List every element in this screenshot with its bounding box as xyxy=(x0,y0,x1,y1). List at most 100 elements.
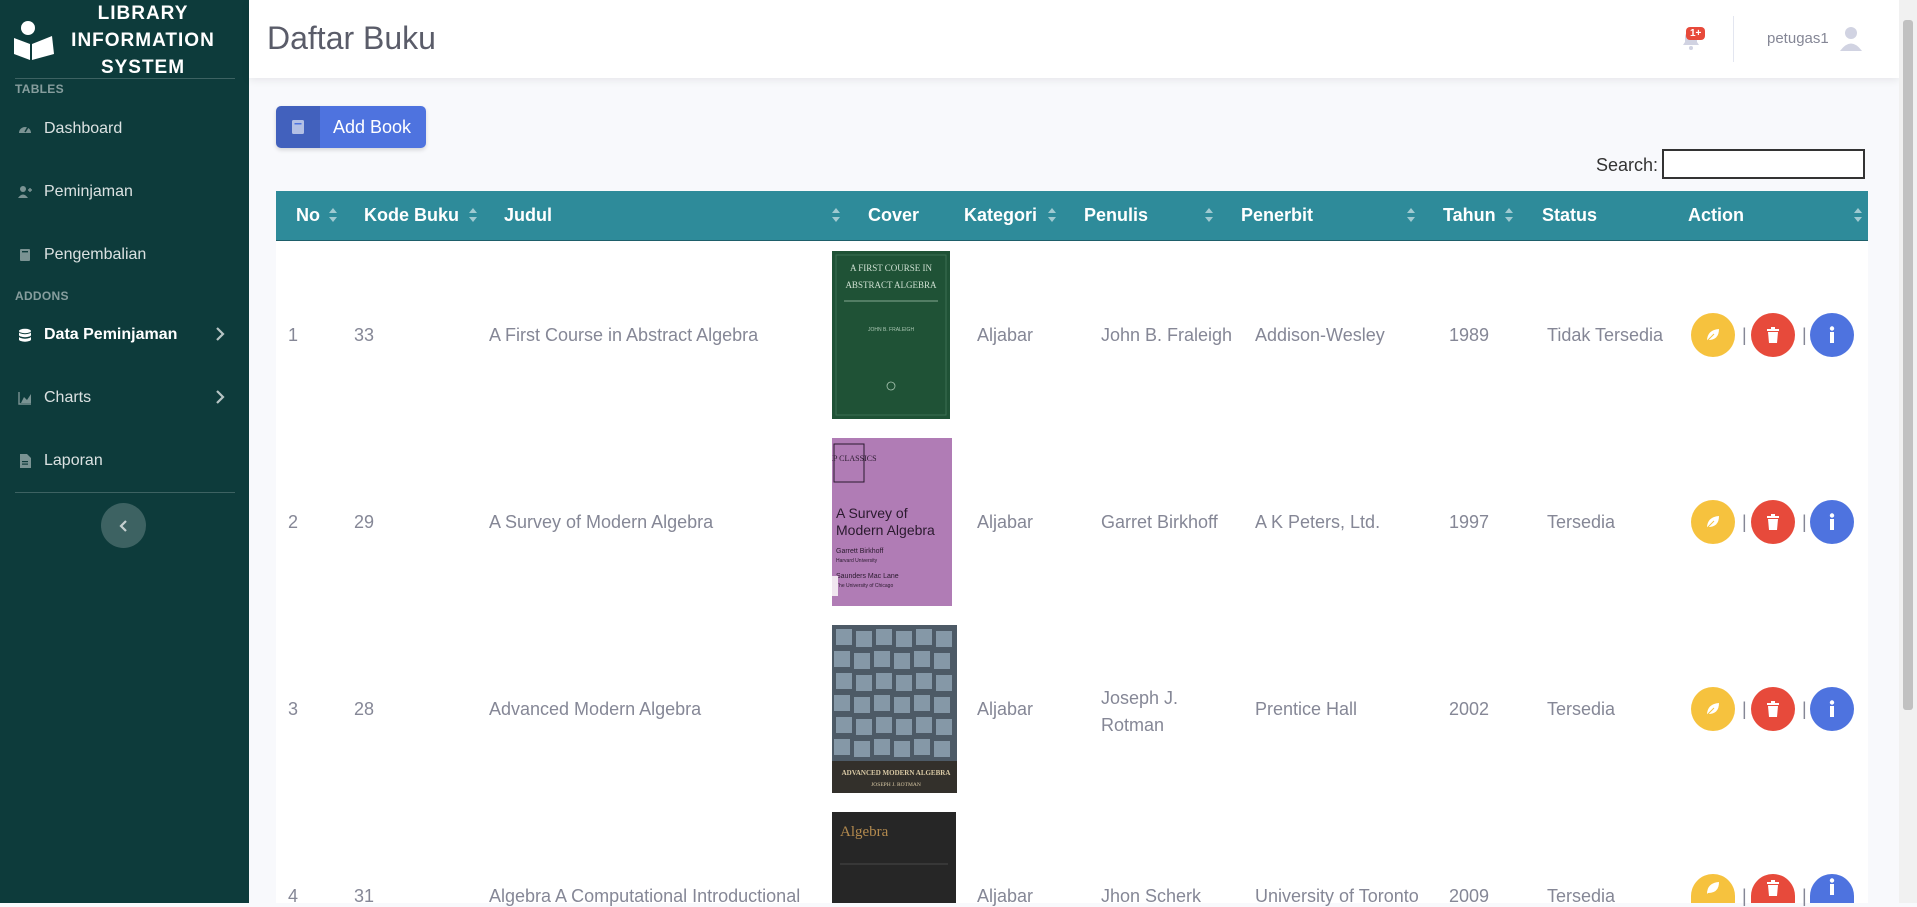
sidebar-item-laporan[interactable]: Laporan xyxy=(0,441,249,481)
add-book-button[interactable]: Add Book xyxy=(276,106,426,148)
cell-penulis: Joseph J. Rotman xyxy=(1101,688,1179,735)
cell-tahun: 1997 xyxy=(1449,512,1490,532)
svg-text:A FIRST COURSE IN: A FIRST COURSE IN xyxy=(850,263,933,273)
cell-penulis: Jhon Scherk xyxy=(1101,886,1202,906)
th-penulis[interactable]: Penulis xyxy=(1084,205,1148,226)
delete-button[interactable] xyxy=(1751,313,1795,357)
delete-button[interactable] xyxy=(1751,687,1795,731)
action-separator: | xyxy=(1802,325,1807,345)
delete-button[interactable] xyxy=(1751,500,1795,544)
action-separator: | xyxy=(1742,886,1747,906)
page-title: Daftar Buku xyxy=(267,20,436,56)
info-button[interactable] xyxy=(1810,874,1854,903)
edit-button[interactable] xyxy=(1691,687,1735,731)
brand[interactable]: LIBRARY INFORMATION SYSTEM xyxy=(0,0,249,78)
cell-kategori: Aljabar xyxy=(977,699,1034,719)
user-name[interactable]: petugas1 xyxy=(1767,30,1829,47)
th-action[interactable]: Action xyxy=(1688,205,1744,226)
th-kode-buku[interactable]: Kode Buku xyxy=(364,205,459,226)
user-plus-icon xyxy=(18,186,32,198)
cell-penerbit: Addison-Wesley xyxy=(1255,325,1385,345)
cell-kode: 33 xyxy=(354,325,375,345)
th-tahun[interactable]: Tahun xyxy=(1443,205,1496,226)
cover-art: Algebra xyxy=(832,812,956,903)
th-status[interactable]: Status xyxy=(1542,205,1597,226)
vertical-scrollbar[interactable] xyxy=(1899,0,1917,903)
book-reader-icon xyxy=(14,21,54,60)
book-icon xyxy=(276,106,320,148)
info-button[interactable] xyxy=(1810,500,1854,544)
book-cover-image: AKP CLASSICS A Survey of Modern Algebra … xyxy=(832,438,952,606)
cover-art: A FIRST COURSE IN ABSTRACT ALGEBRA JOHN … xyxy=(832,251,950,419)
sidebar-heading-addons: ADDONS xyxy=(15,289,69,303)
cell-kode: 28 xyxy=(354,699,375,719)
cell-penulis: John B. Fraleigh xyxy=(1101,325,1233,345)
search-input[interactable] xyxy=(1662,149,1865,179)
info-icon xyxy=(1829,700,1835,717)
info-icon xyxy=(1829,513,1835,530)
svg-text:Garrett Birkhoff: Garrett Birkhoff xyxy=(836,548,883,555)
chart-area-icon xyxy=(18,392,31,405)
leaf-icon xyxy=(1706,516,1719,529)
cell-judul: A Survey of Modern Algebra xyxy=(489,512,714,532)
sidebar-toggle-button[interactable] xyxy=(101,503,146,548)
cell-tahun: 1989 xyxy=(1449,325,1490,345)
tachometer-icon xyxy=(19,126,31,133)
book-cover-image: ADVANCED MODERN ALGEBRA JOSEPH J. ROTMAN xyxy=(832,625,957,793)
svg-text:JOHN B. FRALEIGH: JOHN B. FRALEIGH xyxy=(868,327,915,333)
sidebar-item-charts[interactable]: Charts xyxy=(0,378,249,418)
sidebar-item-label: Charts xyxy=(44,389,92,406)
action-separator: | xyxy=(1802,886,1807,906)
th-kategori[interactable]: Kategori xyxy=(964,205,1037,226)
sidebar: LIBRARY INFORMATION SYSTEM TABLES Dashbo… xyxy=(0,0,249,903)
user-avatar-icon[interactable] xyxy=(1839,26,1863,52)
action-separator: | xyxy=(1742,699,1747,719)
book-icon xyxy=(20,249,30,261)
table-header: No Kode Buku Judul Cover Kategori Penuli… xyxy=(276,191,1868,242)
cell-judul: A First Course in Abstract Algebra xyxy=(489,325,759,345)
edit-button[interactable] xyxy=(1691,500,1735,544)
th-cover: Cover xyxy=(868,205,920,225)
info-button[interactable] xyxy=(1810,313,1854,357)
sort-icon xyxy=(1205,208,1213,222)
cell-judul: Advanced Modern Algebra xyxy=(489,699,702,719)
sort-icon xyxy=(832,208,840,222)
cell-status: Tidak Tersedia xyxy=(1547,325,1664,345)
sidebar-item-data-peminjaman[interactable]: Data Peminjaman xyxy=(0,315,249,355)
sidebar-item-dashboard[interactable]: Dashboard xyxy=(0,109,249,149)
sidebar-item-label: Data Peminjaman xyxy=(44,326,178,343)
info-icon xyxy=(1829,326,1835,343)
sidebar-item-label: Peminjaman xyxy=(44,183,133,200)
delete-button[interactable] xyxy=(1751,874,1795,903)
th-penerbit[interactable]: Penerbit xyxy=(1241,205,1313,226)
sidebar-item-pengembalian[interactable]: Pengembalian xyxy=(0,235,249,275)
cell-kategori: Aljabar xyxy=(977,886,1034,906)
svg-text:The University of Chicago: The University of Chicago xyxy=(836,583,893,589)
cell-penerbit: A K Peters, Ltd. xyxy=(1255,512,1381,532)
table-row: 2 29 A Survey of Modern Algebra AKP CLAS… xyxy=(276,428,1868,615)
cell-status: Tersedia xyxy=(1547,512,1616,532)
topbar: Daftar Buku 1+ petugas1 xyxy=(249,0,1899,78)
alerts-badge: 1+ xyxy=(1686,27,1706,40)
book-cover-image: Algebra xyxy=(832,812,956,903)
sidebar-heading-tables: TABLES xyxy=(15,82,64,96)
th-judul[interactable]: Judul xyxy=(504,205,552,226)
scrollbar-thumb[interactable] xyxy=(1903,20,1913,710)
edit-button[interactable] xyxy=(1691,874,1735,903)
trash-icon xyxy=(1767,880,1779,896)
chevron-left-icon xyxy=(118,519,127,532)
info-button[interactable] xyxy=(1810,687,1854,731)
edit-button[interactable] xyxy=(1691,313,1735,357)
cell-tahun: 2002 xyxy=(1449,699,1490,719)
sort-icon xyxy=(1048,208,1056,222)
sidebar-item-peminjaman[interactable]: Peminjaman xyxy=(0,172,249,212)
svg-text:Algebra: Algebra xyxy=(840,824,889,840)
th-no[interactable]: No xyxy=(296,205,320,226)
info-icon xyxy=(1829,878,1835,895)
svg-text:Harvard University: Harvard University xyxy=(836,558,878,564)
leaf-icon xyxy=(1707,882,1719,894)
brand-title: LIBRARY INFORMATION SYSTEM xyxy=(71,3,215,78)
sidebar-item-label: Dashboard xyxy=(44,120,123,137)
svg-text:ADVANCED MODERN ALGEBRA: ADVANCED MODERN ALGEBRA xyxy=(842,769,951,777)
action-separator: | xyxy=(1802,512,1807,532)
